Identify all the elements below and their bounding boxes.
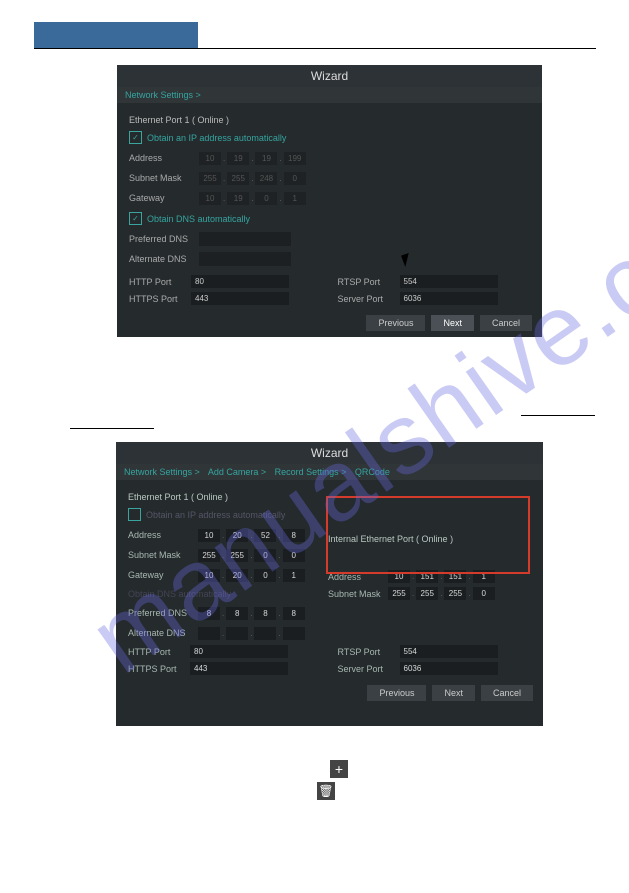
breadcrumb-item[interactable]: Add Camera >	[208, 467, 266, 477]
next-button[interactable]: Next	[431, 315, 474, 331]
text-underline	[521, 415, 595, 416]
server-port-input[interactable]: 6036	[400, 662, 498, 675]
address-input[interactable]: 10. 20. 52. 8	[198, 529, 305, 542]
trash-icon[interactable]: 🗑	[317, 782, 335, 800]
plus-icon[interactable]: +	[330, 760, 348, 778]
pref-dns-label: Preferred DNS	[129, 234, 199, 244]
http-port-input[interactable]: 80	[191, 275, 289, 288]
cancel-button[interactable]: Cancel	[480, 315, 532, 331]
previous-button[interactable]: Previous	[367, 685, 426, 701]
alt-dns-input[interactable]	[199, 252, 291, 266]
rtsp-port-input[interactable]: 554	[400, 275, 498, 288]
breadcrumb-item[interactable]: Network Settings >	[124, 467, 200, 477]
dhcp-label: Obtain an IP address automatically	[147, 133, 286, 143]
rtsp-port-input[interactable]: 554	[400, 645, 498, 658]
internal-subnet-label: Subnet Mask	[328, 589, 388, 599]
pref-dns-input[interactable]	[199, 232, 291, 246]
breadcrumb: Network Settings > Add Camera > Record S…	[116, 464, 543, 480]
wizard-title: Wizard	[117, 65, 542, 87]
dhcp-checkbox[interactable]: ✓	[128, 508, 141, 521]
subnet-input[interactable]: 255. 255. 0. 0	[198, 549, 305, 562]
https-port-label: HTTPS Port	[129, 294, 191, 304]
dns-auto-label: Obtain DNS automatically	[147, 214, 250, 224]
rtsp-port-label: RTSP Port	[338, 277, 400, 287]
section-title: Ethernet Port 1 ( Online )	[129, 115, 530, 125]
wizard-window-1: Wizard Network Settings > Ethernet Port …	[117, 65, 542, 337]
breadcrumb-item[interactable]: QRCode	[355, 467, 390, 477]
highlight-box	[326, 496, 530, 574]
alt-dns-label: Alternate DNS	[128, 628, 198, 638]
wizard-window-2: Wizard Network Settings > Add Camera > R…	[116, 442, 543, 726]
gateway-label: Gateway	[129, 193, 199, 203]
gateway-label: Gateway	[128, 570, 198, 580]
server-port-label: Server Port	[338, 294, 400, 304]
dhcp-label: Obtain an IP address automatically	[146, 510, 285, 520]
text-underline	[70, 428, 154, 429]
page-header-bar	[34, 22, 198, 48]
breadcrumb-item[interactable]: Record Settings >	[275, 467, 347, 477]
gateway-input[interactable]: 10. 19. 0. 1	[199, 192, 306, 205]
breadcrumb: Network Settings >	[117, 87, 542, 103]
https-port-label: HTTPS Port	[128, 664, 190, 674]
subnet-label: Subnet Mask	[129, 173, 199, 183]
wizard-title: Wizard	[116, 442, 543, 464]
dns-auto-checkbox[interactable]: ✓	[129, 212, 142, 225]
server-port-input[interactable]: 6036	[400, 292, 498, 305]
next-button[interactable]: Next	[432, 685, 475, 701]
alt-dns-input[interactable]: . . .	[198, 627, 305, 640]
http-port-label: HTTP Port	[129, 277, 191, 287]
server-port-label: Server Port	[338, 664, 400, 674]
alt-dns-label: Alternate DNS	[129, 254, 199, 264]
page-header-line	[34, 48, 596, 49]
internal-subnet-input[interactable]: 255. 255. 255. 0	[388, 587, 495, 600]
http-port-input[interactable]: 80	[190, 645, 288, 658]
dns-auto-label: Obtain DNS automatically	[128, 589, 231, 599]
gateway-input[interactable]: 10. 20. 0. 1	[198, 569, 305, 582]
pref-dns-input[interactable]: 8. 8. 8. 8	[198, 607, 305, 620]
rtsp-port-label: RTSP Port	[338, 647, 400, 657]
address-label: Address	[128, 530, 198, 540]
subnet-input[interactable]: 255. 255. 248. 0	[199, 172, 306, 185]
https-port-input[interactable]: 443	[191, 292, 289, 305]
address-input[interactable]: 10. 19. 19. 199	[199, 152, 306, 165]
breadcrumb-item[interactable]: Network Settings >	[125, 90, 201, 100]
http-port-label: HTTP Port	[128, 647, 190, 657]
https-port-input[interactable]: 443	[190, 662, 288, 675]
dhcp-checkbox[interactable]: ✓	[129, 131, 142, 144]
cancel-button[interactable]: Cancel	[481, 685, 533, 701]
pref-dns-label: Preferred DNS	[128, 608, 198, 618]
address-label: Address	[129, 153, 199, 163]
previous-button[interactable]: Previous	[366, 315, 425, 331]
subnet-label: Subnet Mask	[128, 550, 198, 560]
